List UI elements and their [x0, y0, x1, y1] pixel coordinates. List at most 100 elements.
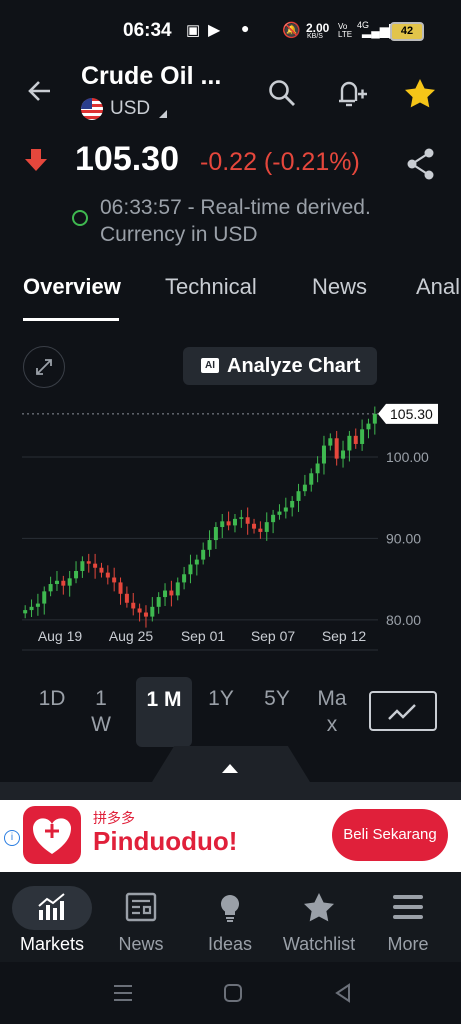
nav-more-label: More [387, 934, 429, 954]
candle-body [99, 567, 104, 573]
range-1m[interactable]: 1 M [136, 677, 192, 747]
nav-markets[interactable]: Markets [8, 872, 96, 962]
x-tick-label: Aug 25 [109, 628, 154, 644]
candle-body [169, 590, 174, 596]
candle-body [188, 564, 193, 575]
candle-body [54, 580, 59, 585]
candle-body [334, 438, 339, 459]
analyze-chart-button[interactable]: AI Analyze Chart [183, 347, 377, 385]
candle-body [264, 522, 269, 532]
mute-icon: 🔕 [282, 22, 301, 39]
x-tick-label: Sep 01 [181, 628, 226, 644]
pinduoduo-logo [23, 806, 81, 864]
candle-body [360, 429, 365, 444]
analyze-chart-label: Analyze Chart [227, 355, 361, 377]
candle-body [372, 413, 377, 424]
candle-body [213, 527, 218, 541]
currency-selector[interactable]: USD [110, 98, 150, 120]
news-icon [125, 892, 157, 922]
search-icon[interactable] [267, 78, 297, 113]
ad-info-icon[interactable]: i [4, 830, 20, 846]
line-chart-icon [388, 704, 416, 720]
nav-more[interactable]: More [364, 872, 452, 962]
candle-body [194, 559, 199, 565]
y-tick-label: 80.00 [386, 612, 421, 628]
timestamp-line2: Currency in USD [100, 223, 258, 246]
candle-body [42, 591, 47, 604]
candle-body [163, 590, 168, 598]
nav-markets-label: Markets [19, 934, 84, 954]
share-icon[interactable] [406, 147, 436, 186]
tab-overview[interactable]: Overview [23, 274, 121, 300]
range-max[interactable]: Ma x [312, 686, 352, 738]
candle-body [341, 450, 346, 459]
candle-body [35, 603, 40, 607]
y-tick-label: 90.00 [386, 530, 421, 546]
candle-body [105, 572, 110, 578]
candle-body [156, 597, 161, 607]
notification-icon: ▣ [186, 22, 201, 39]
candle-body [61, 580, 66, 586]
candle-body [86, 561, 91, 564]
nav-ideas[interactable]: Ideas [186, 872, 274, 962]
ad-brand-name: Pinduoduo! [93, 826, 238, 856]
nav-watchlist-label: Watchlist [282, 934, 356, 954]
candle-body [245, 517, 250, 524]
ad-buy-button[interactable]: Beli Sekarang [332, 809, 448, 861]
status-time: 06:34 [123, 20, 172, 41]
candle-body [23, 610, 28, 614]
timestamp: 06:33:57 - Real-time derived. Currency i… [100, 194, 430, 248]
back-system-icon[interactable] [332, 982, 354, 1009]
y-tick-label: 100.00 [386, 449, 429, 465]
candle-body [118, 582, 123, 594]
nav-news[interactable]: News [97, 872, 185, 962]
tab-news[interactable]: News [312, 274, 367, 300]
range-1w[interactable]: 1 W [86, 686, 116, 738]
candle-body [124, 593, 129, 603]
chart-type-button[interactable] [369, 691, 437, 731]
candle-body [296, 491, 301, 501]
markets-icon [38, 893, 65, 920]
candle-body [309, 473, 314, 485]
price-chart[interactable]: 80.00 90.00 100.00 105.30 Aug 19 Aug 25 Sep 01… [0, 400, 461, 660]
back-button[interactable] [26, 76, 54, 113]
range-5y[interactable]: 5Y [259, 686, 295, 712]
candle-body [112, 577, 117, 583]
candle-body [239, 517, 244, 519]
candle-body [353, 435, 358, 444]
tab-technical[interactable]: Technical [165, 274, 257, 300]
nav-ideas-label: Ideas [207, 934, 253, 954]
status-bar: 06:34 ▣ ▶ ● 🔕 2.00 KB/S Vo LTE 4G ▂▄▆█ 4… [0, 0, 461, 60]
price-change: -0.22 (-0.21%) [200, 148, 360, 176]
candle-body [232, 518, 237, 526]
x-tick-label: Aug 19 [38, 628, 83, 644]
candle-body [290, 500, 295, 508]
candle-body [252, 523, 257, 529]
caret-icon[interactable] [159, 110, 167, 118]
home-icon[interactable] [222, 982, 244, 1009]
candle-body [201, 549, 206, 560]
down-arrow-icon [24, 148, 48, 177]
timestamp-line1: 06:33:57 - Real-time derived. [100, 196, 371, 219]
expand-icon [36, 359, 52, 375]
divider [0, 782, 461, 800]
range-1d[interactable]: 1D [34, 686, 70, 712]
x-tick-label: Sep 12 [322, 628, 367, 644]
candle-body [137, 608, 142, 613]
us-flag-icon [81, 98, 103, 120]
recent-apps-icon[interactable] [112, 982, 134, 1009]
candle-body [283, 507, 288, 512]
dot-icon: ● [241, 20, 250, 36]
add-alert-icon[interactable] [334, 76, 368, 115]
nav-watchlist[interactable]: Watchlist [275, 872, 363, 962]
tab-analysis[interactable]: Anal [416, 274, 460, 300]
ad-chinese-name: 拼多多 [93, 810, 135, 826]
star-icon[interactable] [404, 78, 436, 113]
range-1y[interactable]: 1Y [203, 686, 239, 712]
candle-body [182, 574, 187, 583]
chevron-up-icon[interactable] [222, 764, 238, 773]
net-unit: KB/S [307, 33, 323, 40]
expand-chart-button[interactable] [23, 346, 65, 388]
candle-body [150, 606, 155, 617]
candle-body [347, 435, 352, 451]
